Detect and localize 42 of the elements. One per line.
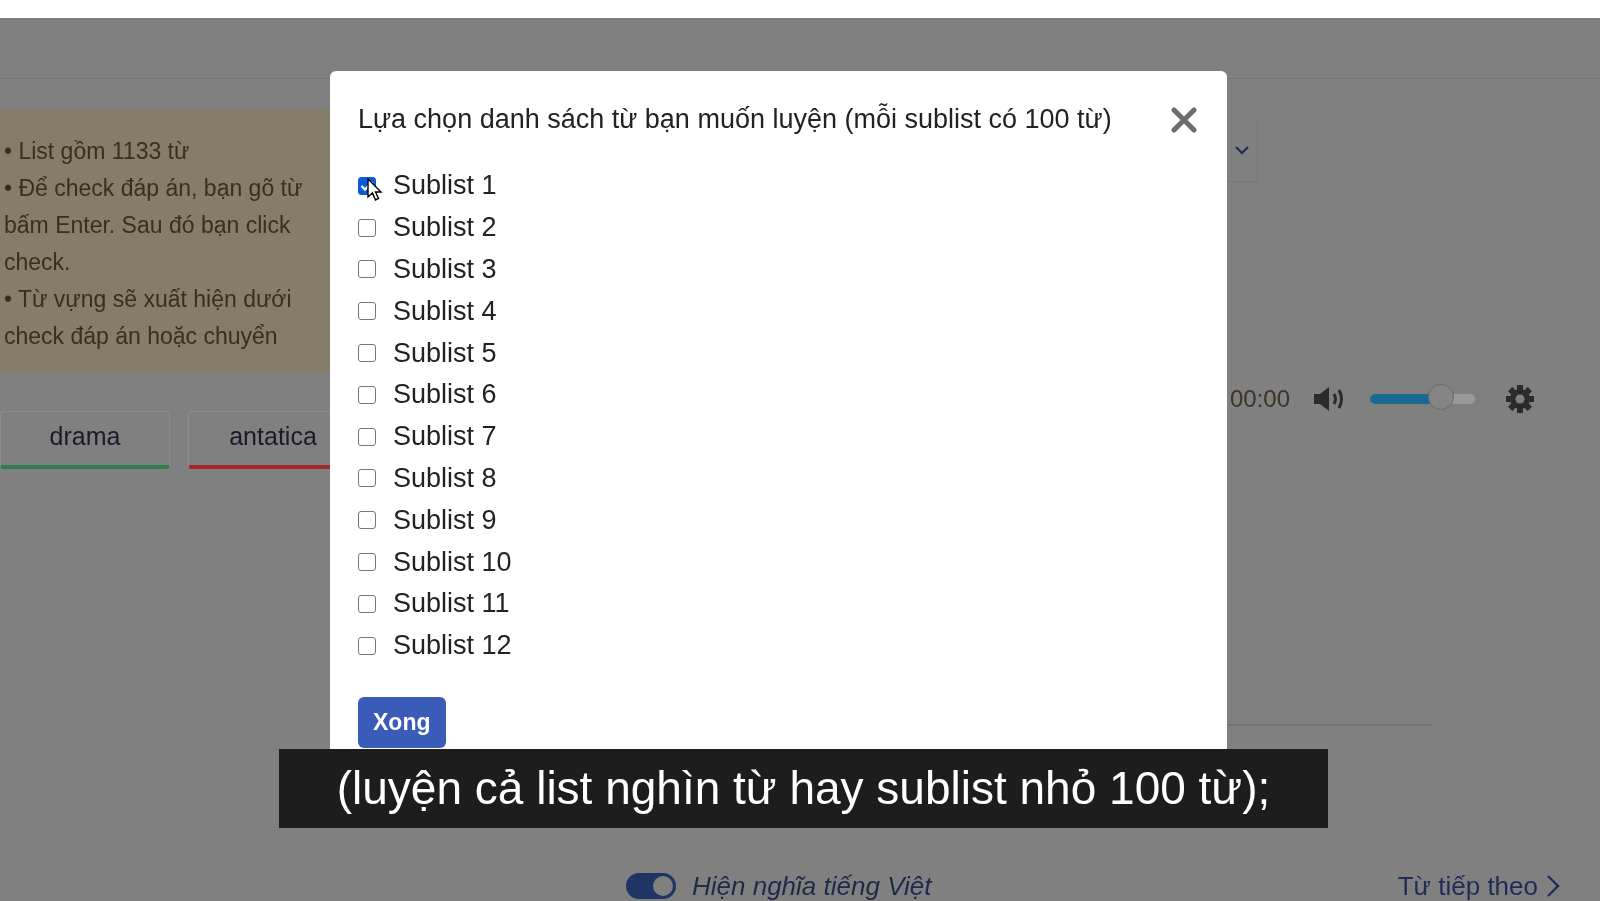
checkbox[interactable] bbox=[358, 218, 376, 237]
instruction-line: • Để check đáp án, bạn gõ từ bbox=[4, 174, 304, 203]
option-label[interactable]: Sublist 10 bbox=[393, 546, 512, 578]
option-label[interactable]: Sublist 11 bbox=[393, 588, 510, 620]
option-label[interactable]: Sublist 3 bbox=[393, 254, 497, 285]
option-label[interactable]: Sublist 12 bbox=[393, 630, 512, 662]
instruction-line: check đáp án hoặc chuyển bbox=[4, 322, 279, 351]
dialog-title: Lựa chọn danh sách từ bạn muốn luyện (mỗi sublist có 100 từ) bbox=[358, 104, 1112, 135]
chevron-icon[interactable] bbox=[1546, 874, 1560, 898]
word-tab[interactable]: drama bbox=[0, 411, 170, 469]
checkbox[interactable] bbox=[358, 302, 376, 321]
video-caption: (luyện cả list nghìn từ hay sublist nhỏ 100 từ); bbox=[279, 749, 1328, 828]
checkbox[interactable] bbox=[358, 469, 376, 488]
instruction-line: bấm Enter. Sau đó bạn click bbox=[4, 211, 292, 240]
instruction-line: check. bbox=[4, 248, 72, 277]
checkbox[interactable] bbox=[358, 511, 376, 530]
close-icon[interactable] bbox=[1171, 106, 1197, 133]
instruction-line: • List gồm 1133 từ bbox=[4, 137, 191, 166]
cursor-icon bbox=[367, 178, 383, 202]
toggle-label: Hiện nghĩa tiếng Việt bbox=[692, 870, 932, 901]
option-label[interactable]: Sublist 2 bbox=[393, 212, 497, 244]
option-label[interactable]: Sublist 5 bbox=[393, 337, 497, 369]
option-label[interactable]: Sublist 9 bbox=[393, 504, 497, 536]
option-label[interactable]: Sublist 6 bbox=[393, 379, 497, 411]
checkbox[interactable] bbox=[358, 594, 376, 613]
instruction-line: • Từ vựng sẽ xuất hiện dưới bbox=[4, 285, 293, 314]
option-label[interactable]: Sublist 1 bbox=[393, 170, 497, 202]
checkbox[interactable] bbox=[358, 636, 376, 655]
settings-icon[interactable] bbox=[1505, 384, 1536, 414]
done-button[interactable]: Xong bbox=[358, 696, 446, 748]
checkbox[interactable] bbox=[358, 260, 376, 279]
toggle-switch[interactable] bbox=[626, 873, 676, 899]
option-label[interactable]: Sublist 7 bbox=[393, 421, 497, 453]
checkbox[interactable] bbox=[358, 344, 376, 363]
volume-slider[interactable] bbox=[1370, 386, 1476, 412]
time-display: 00:00 bbox=[1230, 385, 1291, 413]
checkbox[interactable] bbox=[358, 427, 376, 446]
checkbox[interactable] bbox=[358, 385, 376, 404]
option-label[interactable]: Sublist 4 bbox=[393, 295, 497, 327]
checkbox[interactable] bbox=[358, 553, 376, 572]
caret-icon bbox=[1234, 145, 1250, 155]
option-label[interactable]: Sublist 8 bbox=[393, 462, 497, 494]
